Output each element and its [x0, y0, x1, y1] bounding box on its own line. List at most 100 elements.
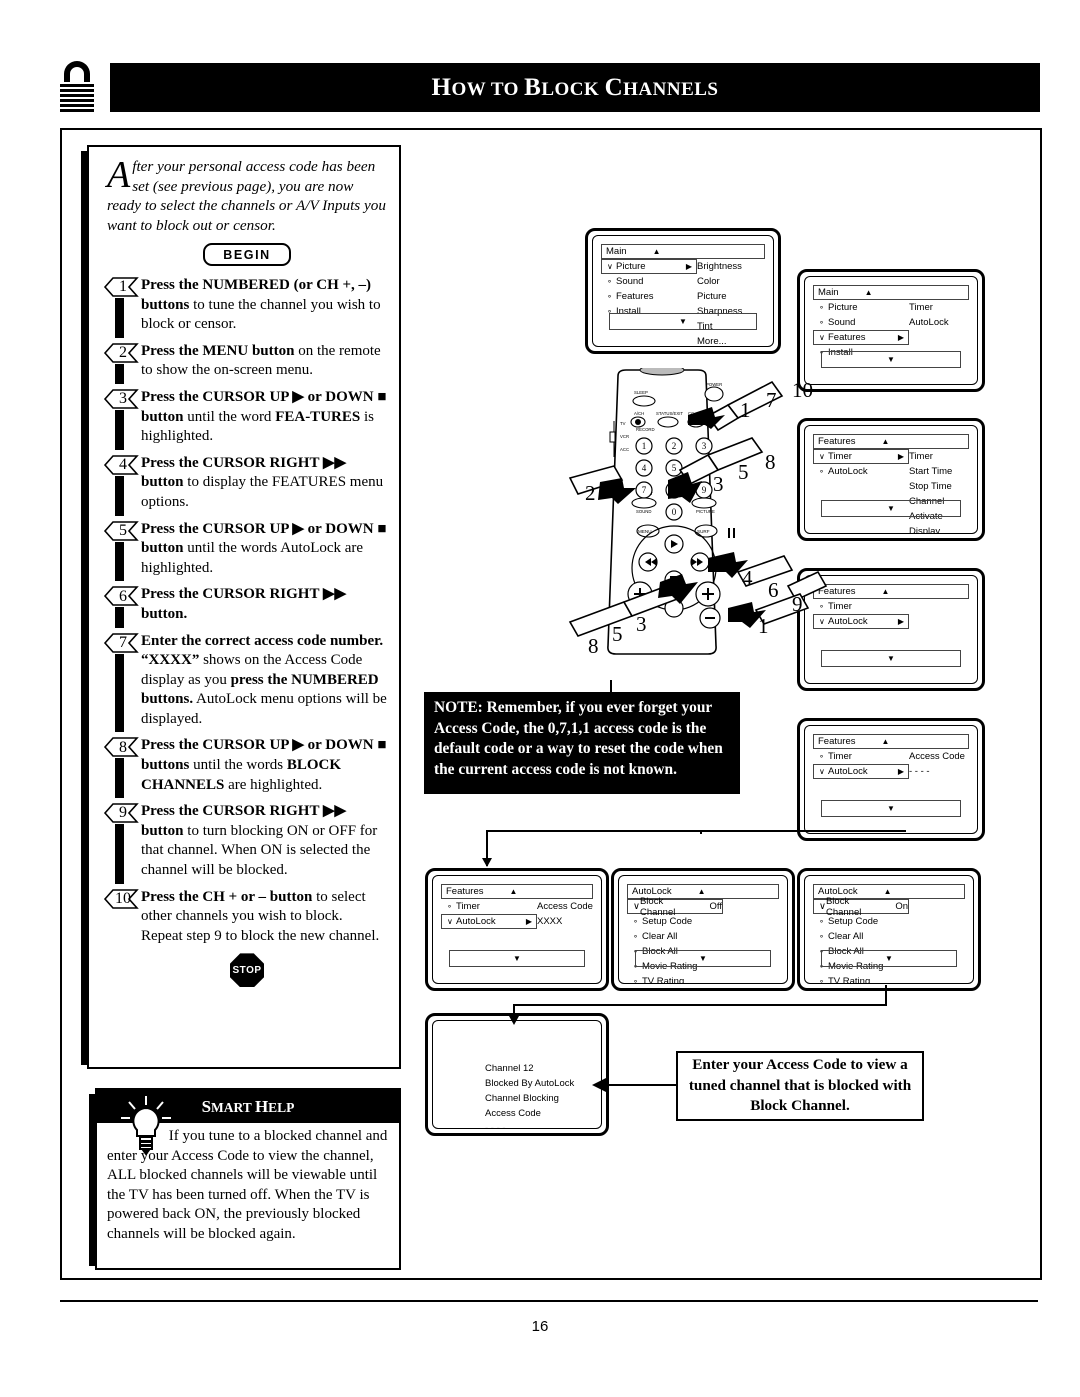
menu-item-marker: ∘	[633, 917, 639, 926]
step-4: 4 Press the CURSOR RIGHT ▶▶ button to dis…	[103, 454, 387, 516]
step-3: 3 Press the CURSOR UP ▶ or DOWN ■ button …	[103, 388, 387, 450]
scroll-down-bar[interactable]: ▼	[821, 650, 961, 667]
menu-item-label: Setup Code	[828, 916, 879, 927]
menu-option[interactable]: Stop Time	[909, 479, 969, 494]
menu-left-column: ∘ Timer ∨ AutoLock ▶	[813, 749, 909, 779]
menu-item-timer[interactable]: ∨ Timer ▶	[813, 449, 909, 464]
menu-item-features[interactable]: ∘ Features	[601, 289, 697, 304]
blocked-line: Channel 12	[485, 1063, 534, 1074]
scroll-down-bar[interactable]: ▼	[821, 351, 961, 368]
scroll-down-bar[interactable]: ▼	[821, 800, 961, 817]
menu-item-block-channel[interactable]: ∨ Block Channel Off	[627, 896, 723, 918]
menu-item-timer[interactable]: ∘ Timer	[441, 899, 537, 914]
scroll-up-icon[interactable]: ▲	[510, 887, 518, 896]
menu-option[interactable]: Brightness	[697, 259, 765, 274]
scroll-down-bar[interactable]: ▼	[449, 950, 585, 967]
scroll-down-bar[interactable]: ▼	[821, 500, 961, 517]
menu-item-clear-all[interactable]: ∘ Clear All	[627, 929, 723, 944]
menu-columns: ∘ Timer ∨ AutoLock ▶ Access Code - - - -	[813, 749, 969, 779]
menu-menu-features-autolock: Features ▲ ∘ Timer ∨ AutoLock ▶ ▼	[813, 584, 969, 675]
menu-item-marker: ∨	[819, 767, 825, 776]
menu-item-timer[interactable]: ∘ Timer	[813, 599, 909, 614]
menu-item-sound[interactable]: ∘ Sound	[601, 274, 697, 289]
menu-option[interactable]: Access Code	[537, 899, 593, 914]
scroll-up-icon[interactable]: ▲	[884, 887, 892, 896]
menu-item-autolock[interactable]: ∘ AutoLock	[813, 464, 909, 479]
menu-item-label: Block Channel	[639, 895, 676, 918]
scroll-up-icon[interactable]: ▲	[882, 437, 890, 446]
page-number: 16	[531, 1318, 549, 1335]
step-text: Press the NUMBERED (or CH +, –) buttons …	[141, 277, 381, 333]
callout-3-mid: 3	[713, 472, 724, 496]
step-text: Press the CURSOR RIGHT ▶▶ button to disp…	[141, 454, 384, 510]
scroll-down-bar[interactable]: ▼	[821, 950, 957, 967]
menu-item-tv-rating[interactable]: ∘ TV Rating	[627, 974, 723, 983]
menu-item-sound[interactable]: ∘ Sound	[813, 315, 909, 330]
menu-item-picture[interactable]: ∘ Picture	[813, 300, 909, 315]
menu-item-tv-rating[interactable]: ∘ TV Rating	[813, 974, 909, 983]
menu-item-block-channel[interactable]: ∨ Block Channel On	[813, 896, 909, 918]
menu-item-marker: ∘	[819, 318, 825, 327]
menu-option[interactable]: Display	[909, 524, 969, 533]
step-text: Press the MENU button on the remote to s…	[141, 342, 381, 379]
menu-item-autolock[interactable]: ∨ AutoLock ▶	[441, 914, 537, 929]
menu-option[interactable]: AutoLock	[909, 315, 969, 330]
step-number-diamond: 5	[103, 520, 143, 542]
step-connector-bar	[115, 824, 124, 884]
intro-paragraph: After your personal access code has been…	[107, 156, 387, 235]
menu-item-clear-all[interactable]: ∘ Clear All	[813, 929, 909, 944]
intro-text: fter your personal access code has been …	[107, 158, 386, 234]
step-number-label: 7	[119, 633, 127, 651]
scroll-up-icon[interactable]: ▲	[882, 737, 890, 746]
menu-option[interactable]: XXXX	[537, 914, 593, 929]
arrowhead-to-blocked	[509, 1016, 519, 1025]
menu-item-features[interactable]: ∨ Features ▶	[813, 330, 909, 345]
callout-1-ch: 1	[758, 614, 769, 638]
menu-item-label: Timer	[456, 901, 480, 912]
menu-item-marker: ∘	[819, 917, 825, 926]
scroll-up-icon[interactable]: ▲	[865, 288, 873, 297]
menu-option[interactable]: More...	[697, 334, 765, 346]
menu-option[interactable]: Picture	[697, 289, 765, 304]
callout-3-bottom: 3	[636, 612, 647, 636]
step-number-diamond: 3	[103, 388, 143, 410]
menu-item-picture[interactable]: ∨ Picture ▶	[601, 259, 697, 274]
menu-item-setup-code[interactable]: ∘ Setup Code	[813, 914, 909, 929]
scroll-up-icon[interactable]: ▲	[882, 587, 890, 596]
menu-item-label: Setup Code	[642, 916, 693, 927]
menu-option[interactable]: Access Code	[909, 749, 969, 764]
menu-option[interactable]: - - - -	[909, 764, 969, 779]
menu-left-column: ∨ Picture ▶ ∘ Sound ∘ Features ∘ Install	[601, 259, 697, 346]
menu-option[interactable]: Color	[697, 274, 765, 289]
menu-item-marker: ∘	[633, 932, 639, 941]
menu-item-marker: ∘	[607, 292, 613, 301]
stop-label: STOP	[232, 964, 262, 976]
instructions-panel: After your personal access code has been…	[87, 145, 401, 1069]
menu-menu-autolock-off: AutoLock ▲ ∨ Block Channel Off ∘ Setup Code ∘ Cl…	[627, 884, 779, 983]
blocked-line: Blocked By AutoLock	[485, 1078, 575, 1089]
scroll-down-bar[interactable]: ▼	[635, 950, 771, 967]
blocked-line: Access Code	[485, 1108, 541, 1119]
scroll-up-icon[interactable]: ▲	[653, 247, 661, 256]
menu-option[interactable]: Timer	[909, 449, 969, 464]
scroll-up-icon[interactable]: ▲	[698, 887, 706, 896]
menu-item-autolock[interactable]: ∨ AutoLock ▶	[813, 614, 909, 629]
menu-item-timer[interactable]: ∘ Timer	[813, 749, 909, 764]
menu-item-marker: ∨	[633, 901, 640, 912]
step-number-diamond: 1	[103, 276, 143, 298]
menu-item-label: Features	[616, 291, 654, 302]
menu-item-setup-code[interactable]: ∘ Setup Code	[627, 914, 723, 929]
step-2: 2 Press the MENU button on the remote to …	[103, 342, 387, 384]
menu-option[interactable]: Timer	[909, 300, 969, 315]
menu-item-label: Timer	[828, 451, 852, 462]
menu-item-label: Features	[828, 332, 866, 343]
callout-8-bottom: 8	[588, 634, 599, 658]
menu-item-autolock[interactable]: ∨ AutoLock ▶	[813, 764, 909, 779]
step-8: 8 Press the CURSOR UP ▶ or DOWN ■ buttons…	[103, 736, 387, 799]
tv-screen-menu-autolock-on: AutoLock ▲ ∨ Block Channel On ∘ Setup Code ∘ Cle…	[797, 868, 981, 991]
scroll-down-bar[interactable]: ▼	[609, 313, 757, 330]
tv-screen-menu-features-xxxx: Features ▲ ∘ Timer ∨ AutoLock ▶ Access Code XXXX…	[425, 868, 609, 991]
menu-columns: ∨ Timer ▶ ∘ AutoLock Timer Start Time Stop Time…	[813, 449, 969, 533]
step-number-label: 1	[119, 278, 127, 296]
menu-option[interactable]: Start Time	[909, 464, 969, 479]
